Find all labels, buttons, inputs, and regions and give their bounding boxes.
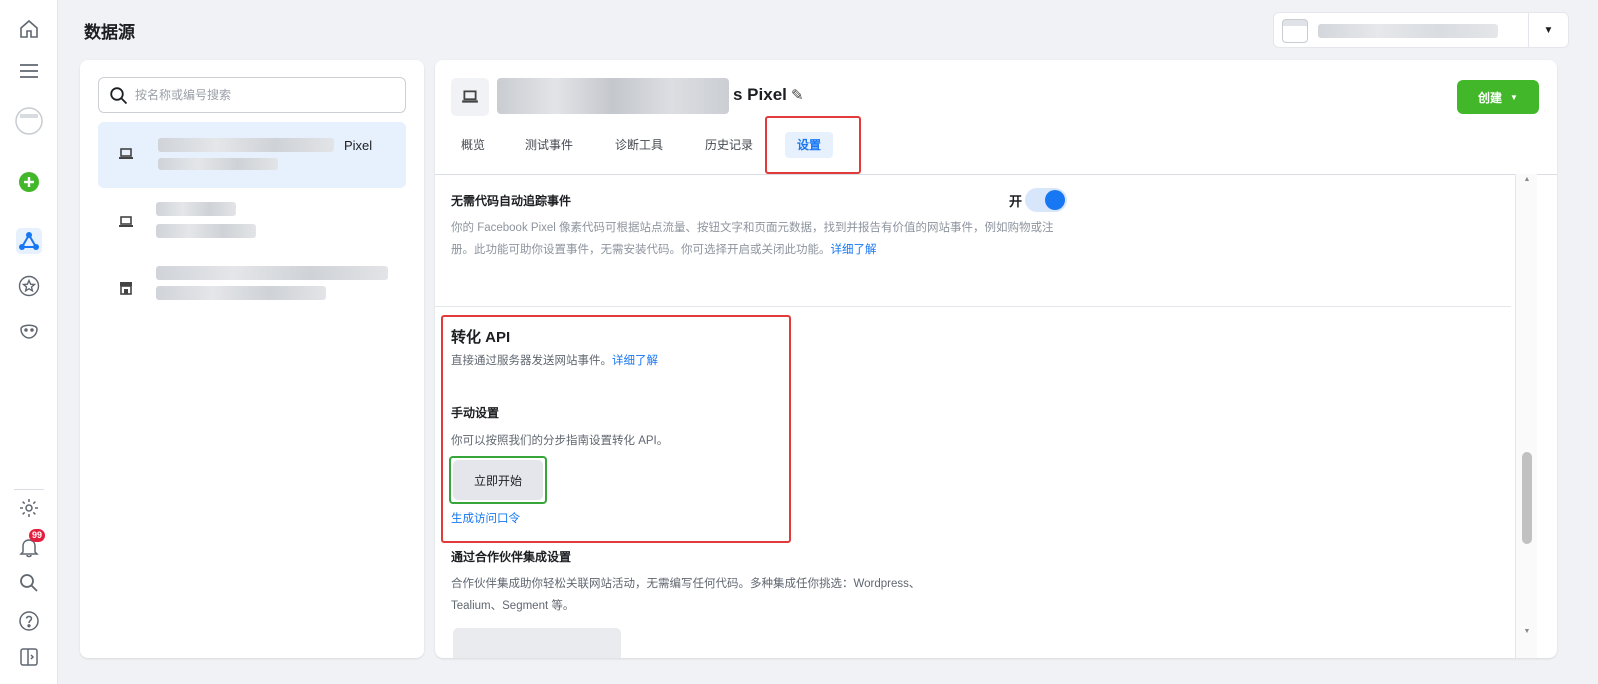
store-icon [120, 282, 132, 295]
auto-tracking-section: 无需代码自动追踪事件 [451, 192, 571, 209]
star-icon[interactable] [0, 271, 58, 301]
partner-description-line2: Tealium、Segment 等。 [451, 600, 575, 612]
auto-tracking-body: 你的 Facebook Pixel 像素代码可根据站点流量、按钮文字和页面元数据… [451, 217, 1067, 261]
source-name-redacted [156, 202, 236, 216]
toggle-knob [1045, 190, 1065, 210]
create-button[interactable]: 创建 ▼ [1457, 80, 1539, 114]
tab-history[interactable]: 历史记录 [705, 132, 753, 158]
source-name-redacted [158, 138, 334, 152]
chevron-down-icon: ▼ [1510, 92, 1518, 102]
smile-icon[interactable] [0, 316, 58, 346]
auto-tracking-learn-more-link[interactable]: 详细了解 [831, 244, 877, 256]
manual-setup-title-row: 手动设置 [451, 404, 499, 421]
chevron-down-icon[interactable]: ▼ [1528, 13, 1568, 47]
manual-setup-title: 手动设置 [451, 406, 500, 420]
create-button-label: 创建 [1478, 90, 1503, 105]
scroll-down-icon[interactable]: ▼ [1516, 628, 1538, 635]
scrollbar-thumb[interactable] [1522, 452, 1532, 544]
notifications-icon[interactable]: 99 [0, 529, 58, 562]
settings-tab-highlight [765, 116, 861, 174]
panel-toggle-icon[interactable] [0, 642, 58, 672]
tab-overview[interactable]: 概览 [461, 132, 485, 158]
source-name-suffix: Pixel [344, 138, 373, 153]
generate-access-token-link[interactable]: 生成访问口令 [451, 508, 520, 530]
partner-section: 通过合作伙伴集成设置 [451, 548, 571, 565]
scrollbar[interactable]: ▲ ▼ [1515, 174, 1537, 658]
account-avatar-icon[interactable] [0, 106, 58, 136]
section-divider [435, 306, 1511, 307]
data-source-item[interactable] [98, 256, 406, 322]
tab-diagnostics[interactable]: 诊断工具 [615, 132, 663, 158]
source-id-redacted [156, 286, 326, 300]
manual-setup-desc-row: 你可以按照我们的分步指南设置转化 API。 [451, 430, 668, 452]
data-source-item[interactable] [98, 190, 406, 256]
source-id-redacted [156, 224, 256, 238]
data-source-list-panel: Pixel [80, 60, 424, 658]
data-sources-icon[interactable] [0, 226, 58, 256]
get-started-highlight [449, 456, 547, 504]
search-input[interactable] [135, 84, 395, 106]
pixel-name-redacted [497, 78, 729, 114]
search-box[interactable] [98, 77, 406, 113]
home-icon[interactable] [0, 14, 58, 44]
pixel-name: s Pixel [733, 85, 787, 104]
conversions-api-section: 转化 API [451, 326, 510, 347]
partner-integration-button[interactable] [453, 628, 621, 658]
settings-icon[interactable] [0, 493, 58, 523]
auto-tracking-description: 你的 Facebook Pixel 像素代码可根据站点流量、按钮文字和页面元数据… [451, 222, 1054, 256]
pixel-computer-icon [451, 78, 489, 116]
auto-tracking-toggle-label: 开 [1009, 194, 1023, 209]
partner-body: 合作伙伴集成助你轻松关联网站活动，无需编写任何代码。多种集成任你挑选：Wordp… [451, 573, 1091, 617]
conversions-api-description: 直接通过服务器发送网站事件。 [451, 355, 612, 367]
tab-test-events[interactable]: 测试事件 [525, 132, 573, 158]
partner-description-line1: 合作伙伴集成助你轻松关联网站活动，无需编写任何代码。多种集成任你挑选：Wordp… [451, 578, 921, 590]
account-switcher[interactable]: ▼ [1273, 12, 1569, 48]
conversions-api-learn-more-link[interactable]: 详细了解 [612, 355, 658, 367]
add-icon[interactable] [0, 167, 58, 197]
partner-title: 通过合作伙伴集成设置 [451, 550, 572, 564]
pixel-computer-icon [119, 216, 133, 227]
pixel-computer-icon [119, 148, 133, 159]
account-thumbnail [1282, 19, 1308, 43]
data-source-item[interactable]: Pixel [98, 122, 406, 188]
pixel-detail-panel: s Pixel ✎ 创建 ▼ 概览 测试事件 诊断工具 历史记录 设置 无需代码… [435, 60, 1557, 658]
scroll-up-icon[interactable]: ▲ [1516, 176, 1538, 183]
search-icon [110, 87, 128, 105]
source-name-redacted [156, 266, 388, 280]
source-id-redacted [158, 158, 278, 170]
left-nav-rail: 99 [0, 0, 58, 684]
rail-divider [14, 489, 44, 490]
auto-tracking-toggle[interactable] [1025, 188, 1067, 212]
help-icon[interactable] [0, 606, 58, 636]
conversions-api-title: 转化 API [451, 329, 511, 346]
tab-divider [435, 174, 1557, 175]
notification-badge: 99 [29, 529, 46, 542]
account-name-redacted [1318, 24, 1498, 38]
manual-setup-description: 你可以按照我们的分步指南设置转化 API。 [451, 435, 669, 447]
page-title: 数据源 [84, 23, 135, 42]
edit-pencil-icon[interactable]: ✎ [791, 86, 804, 104]
menu-icon[interactable] [0, 56, 58, 86]
conversions-api-desc-row: 直接通过服务器发送网站事件。详细了解 [451, 350, 658, 372]
auto-tracking-title: 无需代码自动追踪事件 [451, 194, 572, 208]
search-icon[interactable] [0, 568, 58, 598]
token-link-row: 生成访问口令 [451, 508, 520, 530]
